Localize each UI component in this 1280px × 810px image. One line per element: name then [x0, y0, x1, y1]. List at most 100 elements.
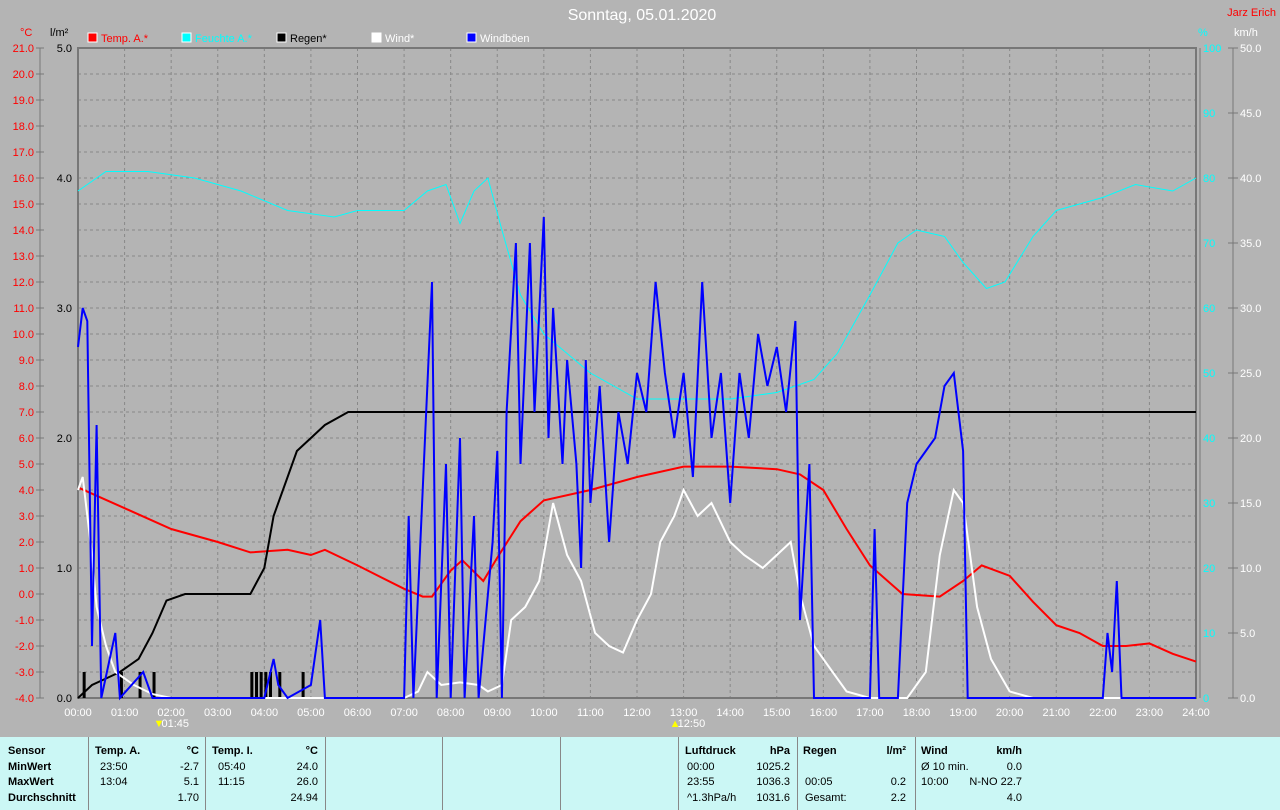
legend-label: Temp. A.*	[101, 33, 149, 45]
stats-header-temp-i: Temp. I.	[212, 745, 253, 757]
temp-tick-label: -3.0	[15, 667, 34, 679]
stats-time: 05:40	[218, 761, 246, 773]
humidity-tick-label: 90	[1203, 108, 1215, 120]
x-tick-label: 14:00	[716, 707, 744, 719]
stats-time: 11:15	[218, 776, 245, 788]
x-tick-label: 22:00	[1089, 707, 1117, 719]
temp-tick-label: 4.0	[19, 485, 34, 497]
stats-time: 10:00	[921, 776, 949, 788]
legend-label: Feuchte A.*	[195, 33, 253, 45]
x-tick-label: 23:00	[1136, 707, 1164, 719]
stats-row-label: MaxWert	[8, 776, 54, 788]
legend-label: Regen*	[290, 33, 327, 45]
stats-unit: km/h	[996, 745, 1022, 757]
stats-value: 4.0	[1006, 792, 1022, 804]
humidity-tick-label: 10	[1203, 628, 1215, 640]
wind-tick-label: 20.0	[1240, 433, 1261, 445]
rain-tick-label: 1.0	[57, 563, 72, 575]
stats-value: 24.94	[290, 792, 318, 804]
x-tick-label: 06:00	[344, 707, 372, 719]
legend-label: Wind*	[385, 33, 415, 45]
humidity-tick-label: 0	[1203, 693, 1209, 705]
wind-tick-label: 15.0	[1240, 498, 1261, 510]
rain-bar	[259, 672, 263, 698]
stats-header-rain: Regen	[803, 745, 837, 757]
temp-tick-label: 12.0	[13, 277, 34, 289]
wind-tick-label: 30.0	[1240, 303, 1261, 315]
humidity-tick-label: 70	[1203, 238, 1215, 250]
temp-unit: °C	[20, 27, 32, 39]
rain-bar	[255, 672, 259, 698]
x-tick-label: 16:00	[810, 707, 838, 719]
stats-unit: l/m²	[886, 745, 906, 757]
legend-swatch	[276, 32, 287, 43]
temp-tick-label: -1.0	[15, 615, 34, 627]
x-tick-label: 07:00	[390, 707, 418, 719]
stats-value: 0.2	[890, 776, 906, 788]
stats-row-label: Durchschnitt	[8, 792, 76, 804]
humidity-tick-label: 40	[1203, 433, 1215, 445]
x-tick-label: 08:00	[437, 707, 465, 719]
temp-tick-label: 6.0	[19, 433, 34, 445]
temp-tick-label: 21.0	[13, 43, 34, 55]
stats-unit: °C	[186, 745, 199, 757]
x-tick-label: 24:00	[1182, 707, 1210, 719]
stats-value: 1031.6	[756, 792, 790, 804]
temp-tick-label: 8.0	[19, 381, 34, 393]
temp-tick-label: 9.0	[19, 355, 34, 367]
temp-tick-label: 3.0	[19, 511, 34, 523]
stats-value: 26.0	[296, 776, 318, 788]
rain-tick-label: 4.0	[57, 173, 72, 185]
temp-tick-label: 14.0	[13, 225, 34, 237]
rain-bar	[301, 672, 305, 698]
wind-unit: km/h	[1234, 27, 1258, 39]
x-tick-label: 03:00	[204, 707, 232, 719]
stats-header-temp-a: Temp. A.	[95, 745, 141, 757]
temp-tick-label: 17.0	[13, 147, 34, 159]
humidity-tick-label: 100	[1203, 43, 1221, 55]
rain-bar	[250, 672, 254, 698]
x-tick-label: 01:00	[111, 707, 139, 719]
wind-tick-label: 40.0	[1240, 173, 1261, 185]
humidity-tick-label: 80	[1203, 173, 1215, 185]
temp-tick-label: 0.0	[19, 589, 34, 601]
wind-tick-label: 0.0	[1240, 693, 1255, 705]
temp-tick-label: 1.0	[19, 563, 34, 575]
x-tick-label: 17:00	[856, 707, 884, 719]
chart-title: Sonntag, 05.01.2020	[568, 7, 717, 24]
stats-time: 13:04	[100, 776, 128, 788]
temp-tick-label: -4.0	[15, 693, 34, 705]
x-tick-label: 10:00	[530, 707, 558, 719]
stats-time: 23:50	[100, 761, 128, 773]
stats-value: 24.0	[296, 761, 318, 773]
temp-tick-label: 11.0	[13, 303, 34, 315]
stats-value: N-NO 22.7	[969, 776, 1022, 788]
author-label: Jarz Erich	[1227, 7, 1276, 19]
x-tick-label: 19:00	[949, 707, 977, 719]
wind-tick-label: 5.0	[1240, 628, 1255, 640]
humidity-tick-label: 50	[1203, 368, 1215, 380]
x-tick-label: 20:00	[996, 707, 1024, 719]
stats-time: 23:55	[687, 776, 715, 788]
legend-swatch	[181, 32, 192, 43]
wind-tick-label: 35.0	[1240, 238, 1261, 250]
temp-tick-label: 15.0	[13, 199, 34, 211]
temp-tick-label: -2.0	[15, 641, 34, 653]
stats-value: 5.1	[183, 776, 199, 788]
humidity-tick-label: 60	[1203, 303, 1215, 315]
humidity-tick-label: 20	[1203, 563, 1215, 575]
rain-tick-label: 0.0	[57, 693, 72, 705]
x-tick-label: 15:00	[763, 707, 791, 719]
stats-unit: °C	[305, 745, 318, 757]
wind-tick-label: 50.0	[1240, 43, 1261, 55]
stats-value: 0.0	[1006, 761, 1022, 773]
stats-value: 1036.3	[756, 776, 790, 788]
x-tick-label: 21:00	[1042, 707, 1070, 719]
stats-time: 00:00	[687, 761, 715, 773]
stats-header-pressure: Luftdruck	[685, 745, 736, 757]
stats-time: Ø 10 min.	[921, 761, 969, 773]
stats-panel: Sensor MinWert 23:50 -2.7 MaxWert 13:04 5.1 Dur…	[0, 737, 1280, 810]
legend-label: Windböen	[480, 33, 530, 45]
stats-value: 2.2	[890, 792, 906, 804]
sun-event-label: 01:45	[162, 718, 190, 730]
